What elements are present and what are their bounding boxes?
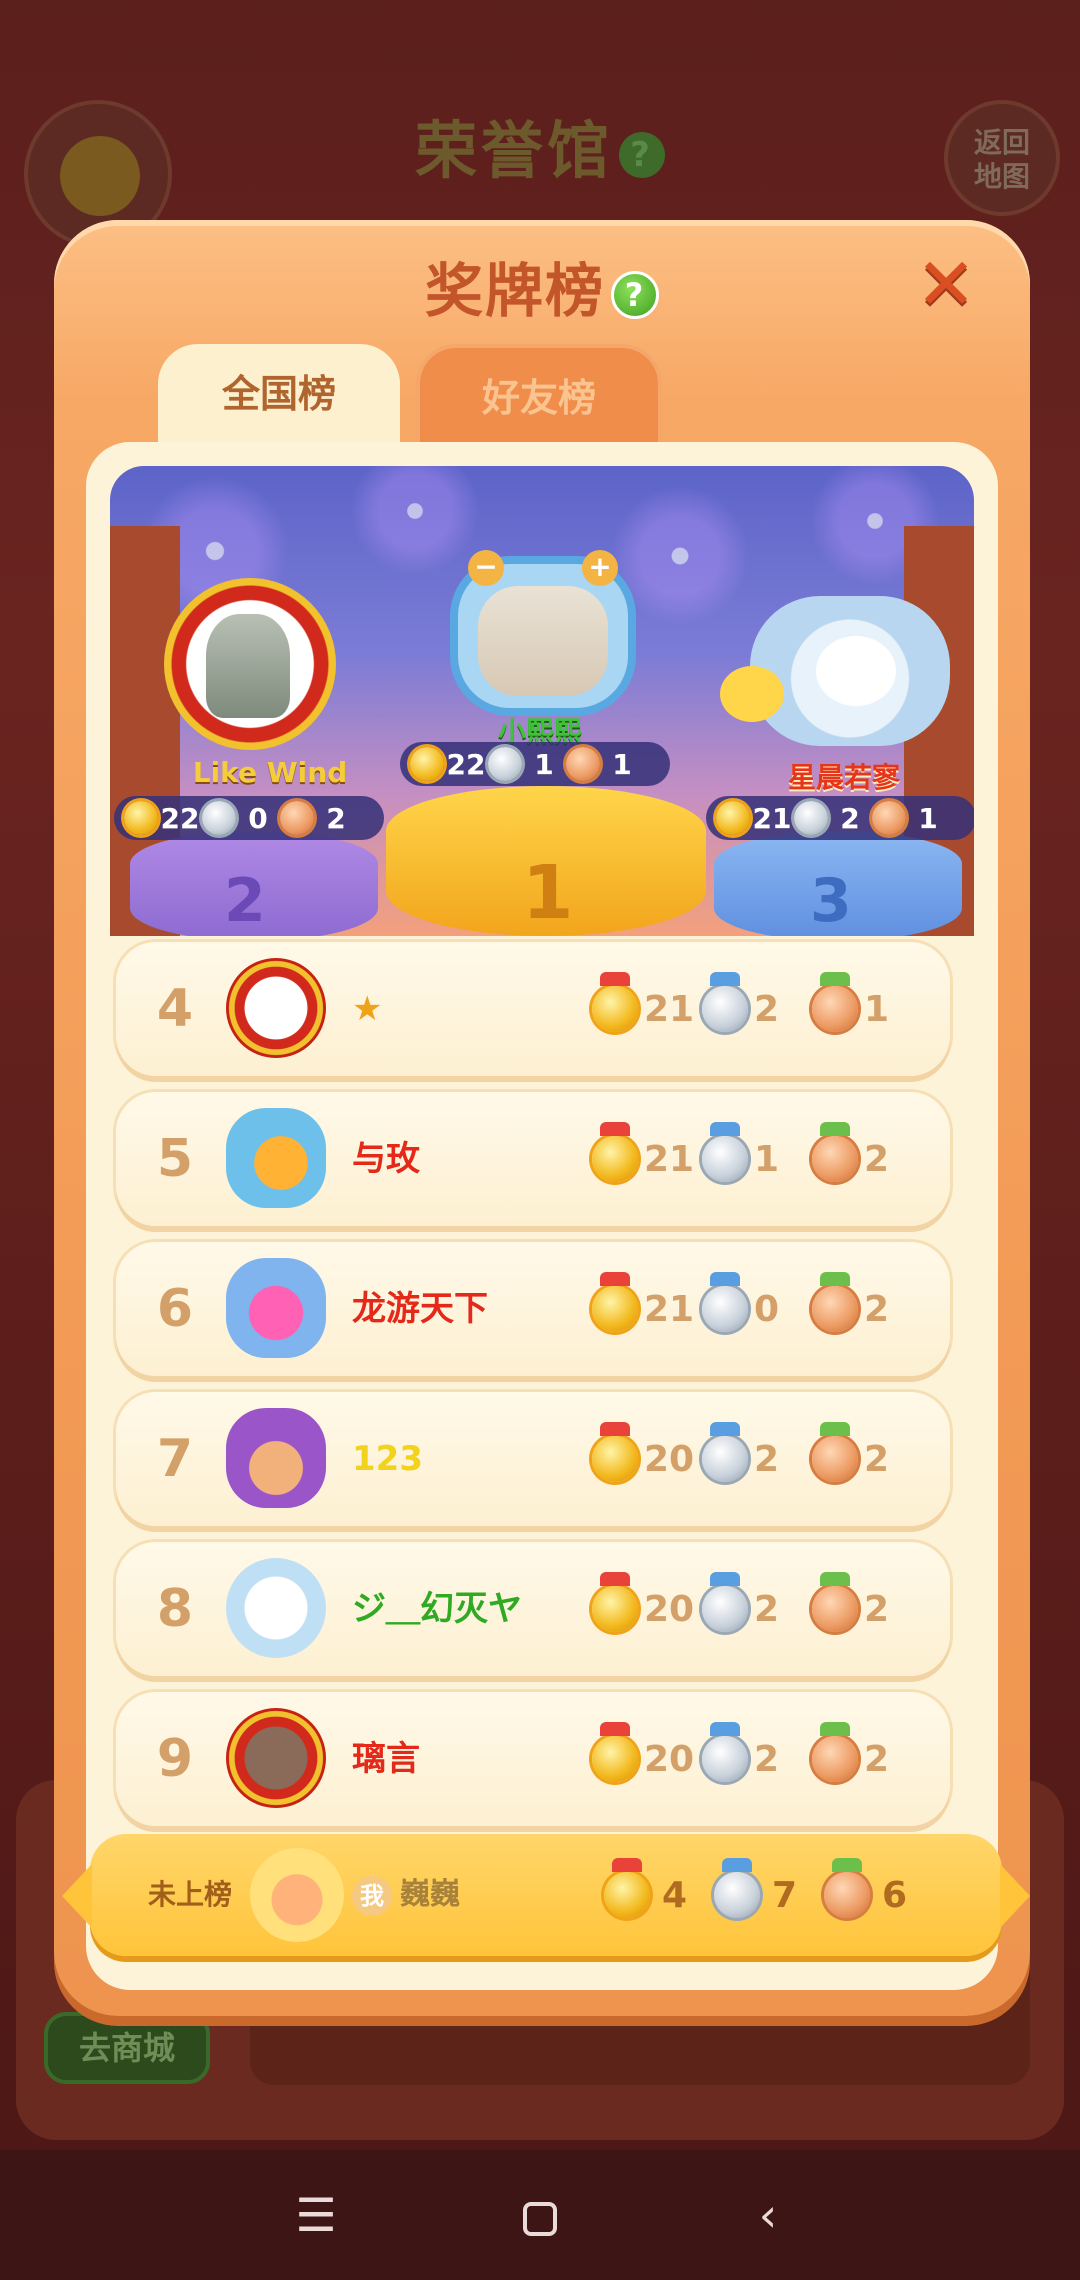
podium-scene: 2 1 3 Like Wind 22 0 2 − + 小熙熙 22 1 1 星晨… xyxy=(110,466,974,936)
list-item[interactable]: 9 璃言 20 2 2 xyxy=(116,1692,950,1826)
silver-medal-icon xyxy=(702,1722,748,1782)
my-ranking-banner[interactable]: 未上榜 我 巍巍 4 7 6 xyxy=(62,1834,1030,1956)
medals-second: 22 0 2 xyxy=(114,796,384,840)
podium-number-2: 2 xyxy=(224,866,266,936)
tab-friends[interactable]: 好友榜 xyxy=(416,344,662,444)
rank-number: 9 xyxy=(156,1729,194,1789)
silver-medal-icon xyxy=(794,801,828,835)
modal-title: 奖牌榜? xyxy=(54,244,1030,328)
bronze-medal-icon xyxy=(812,1122,858,1182)
system-nav-bar: ☰ ‹ xyxy=(0,2150,1080,2280)
gold-medal-icon xyxy=(124,801,158,835)
silver-medal-icon xyxy=(714,1858,760,1918)
bronze-medal-icon xyxy=(280,801,314,835)
ghost-avatar-image xyxy=(816,636,896,706)
shop-button: 去商城 xyxy=(44,2012,210,2084)
list-item[interactable]: 4 ★ 21 2 1 xyxy=(116,942,950,1076)
plus-icon: + xyxy=(582,550,618,586)
gold-medal-icon xyxy=(592,1122,638,1182)
silver-medal-icon xyxy=(702,1572,748,1632)
rank-number: 6 xyxy=(156,1279,194,1339)
gold-medal-icon xyxy=(592,1272,638,1332)
gold-medal-icon xyxy=(604,1858,650,1918)
player-name: 璃言 xyxy=(352,1739,420,1779)
rank-number: 8 xyxy=(156,1579,194,1639)
rank-number: 7 xyxy=(156,1429,194,1489)
list-item[interactable]: 6 龙游天下 21 0 2 xyxy=(116,1242,950,1376)
hall-help-icon: ? xyxy=(619,131,665,178)
silver-medal-icon xyxy=(702,1422,748,1482)
player-name: ★ xyxy=(352,989,383,1029)
podium-number-3: 3 xyxy=(810,866,852,936)
silver-medal-icon xyxy=(202,801,236,835)
medal-leaderboard-modal: 奖牌榜? ✕ 全国榜 好友榜 2 1 3 Like Wind 22 0 2 − … xyxy=(54,220,1030,2016)
avatar[interactable] xyxy=(226,1258,326,1358)
avatar-third[interactable] xyxy=(750,596,950,746)
silver-medal-icon xyxy=(702,972,748,1032)
bronze-medal-icon xyxy=(824,1858,870,1918)
medal-counts: 20 2 2 xyxy=(592,1392,922,1526)
medal-counts: 21 1 2 xyxy=(592,1092,922,1226)
family-photo-avatar xyxy=(478,586,608,696)
bronze-medal-icon xyxy=(812,1422,858,1482)
gold-medal-icon xyxy=(716,801,750,835)
hall-title: 荣誉馆? xyxy=(0,100,1080,190)
bronze-medal-icon xyxy=(812,1722,858,1782)
gold-medal-icon xyxy=(410,747,444,781)
avatar[interactable] xyxy=(226,1108,326,1208)
avatar[interactable] xyxy=(226,1558,326,1658)
silver-medal-icon xyxy=(488,747,522,781)
podium-number-1: 1 xyxy=(522,850,574,936)
question-icon[interactable]: ? xyxy=(611,270,659,319)
medals-third: 21 2 1 xyxy=(706,796,974,840)
silver-medal-icon xyxy=(702,1272,748,1332)
silver-medal-icon xyxy=(702,1122,748,1182)
bronze-medal-icon xyxy=(872,801,906,835)
player-name-third: 星晨若寥 xyxy=(787,761,900,794)
list-item[interactable]: 7 123 20 2 2 xyxy=(116,1392,950,1526)
my-medal-counts: 4 7 6 xyxy=(604,1834,934,1956)
home-icon[interactable] xyxy=(490,2150,590,2280)
zombie-avatar-image xyxy=(206,614,290,718)
medals-first: 22 1 1 xyxy=(400,742,670,786)
bronze-medal-icon xyxy=(812,972,858,1032)
my-avatar[interactable] xyxy=(250,1848,344,1942)
bronze-medal-icon xyxy=(812,1572,858,1632)
bronze-medal-icon xyxy=(566,747,600,781)
back-to-map-button: 返回 地图 xyxy=(944,100,1060,216)
player-name: 与玫 xyxy=(352,1139,420,1179)
list-item[interactable]: 5 与玫 21 1 2 xyxy=(116,1092,950,1226)
minus-icon: − xyxy=(468,550,504,586)
player-name: 123 xyxy=(352,1439,423,1479)
avatar[interactable] xyxy=(226,1408,326,1508)
gold-medal-icon xyxy=(592,972,638,1032)
player-name: ジ＿幻灭ヤ xyxy=(352,1589,522,1629)
rank-number: 4 xyxy=(156,979,194,1039)
medal-counts: 21 0 2 xyxy=(592,1242,922,1376)
avatar-first[interactable]: − + xyxy=(450,550,636,716)
medal-counts: 20 2 2 xyxy=(592,1692,922,1826)
close-icon[interactable]: ✕ xyxy=(912,248,980,320)
my-name: 巍巍 xyxy=(400,1877,460,1912)
gold-medal-icon xyxy=(592,1572,638,1632)
medal-counts: 20 2 2 xyxy=(592,1542,922,1676)
tab-national[interactable]: 全国榜 xyxy=(158,344,400,444)
gold-medal-icon xyxy=(592,1422,638,1482)
bronze-medal-icon xyxy=(812,1272,858,1332)
chick-decoration xyxy=(720,666,784,722)
firework-decoration xyxy=(350,466,480,576)
player-name-second: Like Wind xyxy=(192,756,348,789)
me-badge: 我 xyxy=(352,1876,392,1916)
leaderboard-content: 2 1 3 Like Wind 22 0 2 − + 小熙熙 22 1 1 星晨… xyxy=(86,442,998,1990)
unranked-label: 未上榜 xyxy=(148,1878,233,1911)
avatar[interactable] xyxy=(226,958,326,1058)
rank-number: 5 xyxy=(156,1129,194,1189)
gold-medal-icon xyxy=(592,1722,638,1782)
avatar[interactable] xyxy=(226,1708,326,1808)
medal-counts: 21 2 1 xyxy=(592,942,922,1076)
list-item[interactable]: 8 ジ＿幻灭ヤ 20 2 2 xyxy=(116,1542,950,1676)
menu-icon[interactable]: ☰ xyxy=(266,2150,366,2280)
back-icon[interactable]: ‹ xyxy=(718,2150,818,2280)
player-name: 龙游天下 xyxy=(352,1289,488,1329)
